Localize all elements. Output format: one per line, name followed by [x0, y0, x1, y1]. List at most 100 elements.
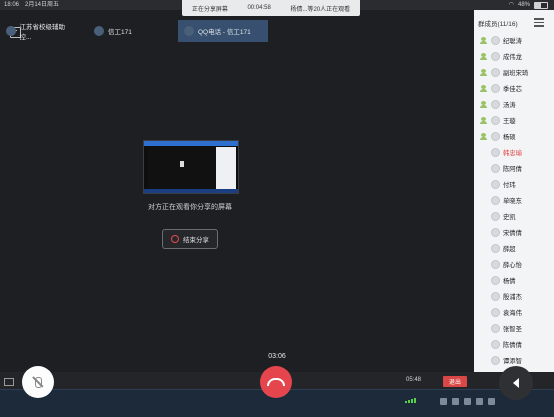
member-name: 付玮 [503, 181, 516, 189]
preview-cursor [180, 161, 184, 167]
call-elapsed-time: 03:06 [268, 353, 286, 360]
member-row[interactable]: 陈倩倩 [474, 336, 554, 352]
system-tray [440, 398, 495, 405]
tray-icon[interactable] [476, 398, 483, 405]
member-row[interactable]: 袁海伟 [474, 304, 554, 320]
share-caption: 对方正在观看你分享的屏幕 [148, 204, 232, 211]
member-row[interactable]: 成伟龙 [474, 48, 554, 64]
desktop-icon[interactable] [4, 378, 14, 386]
avatar [491, 115, 500, 125]
member-name: 陈倩倩 [503, 341, 522, 349]
member-name: 薛心怡 [503, 261, 522, 269]
member-row[interactable]: 韩忠瑜 [474, 144, 554, 160]
avatar [491, 147, 500, 157]
power-icon [171, 235, 179, 243]
member-name: 副班宋琦 [503, 69, 529, 77]
menu-icon[interactable] [534, 18, 544, 27]
members-panel: 群成员(11/16) 纪聪涛 成伟龙副班宋琦季佳芯汤涛王璇 杨硕韩忠瑜陈阿倩付玮单晓… [474, 10, 554, 372]
member-name: 韩忠瑜 [503, 149, 522, 157]
admin-icon [480, 132, 487, 140]
member-name: 殷浦杰 [503, 293, 522, 301]
battery-icon [534, 1, 548, 9]
admin-icon [480, 100, 487, 108]
avatar [491, 259, 500, 269]
avatar [491, 355, 500, 365]
member-row[interactable]: 王璇 [474, 112, 554, 128]
member-name: 宋倩倩 [503, 229, 522, 237]
member-row[interactable]: 单晓东 [474, 192, 554, 208]
taskbar-item-group[interactable]: 信工171 [88, 20, 170, 42]
taskbar-time: 05:48 [406, 377, 422, 383]
member-row[interactable]: 杨倩 [474, 272, 554, 288]
avatar [491, 195, 500, 205]
member-row[interactable]: 副班宋琦 [474, 64, 554, 80]
preview-taskbar [144, 189, 238, 193]
hang-up-button[interactable] [260, 366, 292, 398]
tray-icon[interactable] [452, 398, 459, 405]
member-name: 谭添智 [503, 357, 522, 365]
member-list: 纪聪涛 成伟龙副班宋琦季佳芯汤涛王璇 杨硕韩忠瑜陈阿倩付玮单晓东史凯宋倩倩薛超薛心怡… [474, 32, 554, 368]
member-row[interactable]: 纪聪涛 [474, 32, 554, 48]
qq-icon [184, 26, 194, 36]
avatar [491, 83, 500, 93]
taskbar-item-qq-call[interactable]: QQ电话 - 信工171 [178, 20, 268, 42]
admin-icon [480, 52, 487, 60]
speaker-icon [513, 378, 519, 388]
status-date: 2月14日周五 [25, 2, 60, 8]
member-name: 单晓东 [503, 197, 522, 205]
admin-icon [480, 84, 487, 92]
banner-duration: 00:04:58 [247, 5, 271, 11]
member-row[interactable]: 汤涛 [474, 96, 554, 112]
admin-icon [480, 116, 487, 124]
battery-percent: 48% [517, 2, 530, 8]
avatar [491, 227, 500, 237]
member-row[interactable]: 杨硕 [474, 128, 554, 144]
avatar [491, 179, 500, 189]
member-row[interactable]: 张智圣 [474, 320, 554, 336]
member-name: 季佳芯 [503, 85, 522, 93]
member-row[interactable]: 季佳芯 [474, 80, 554, 96]
exit-button[interactable]: 退出 [443, 376, 467, 387]
preview-sidepanel [216, 147, 236, 191]
avatar [491, 163, 500, 173]
end-share-label: 结束分享 [183, 237, 209, 244]
app-icon [6, 26, 16, 36]
speaker-button[interactable] [499, 366, 533, 400]
taskbar-item-label: QQ电话 - 信工171 [198, 29, 251, 36]
mute-mic-button[interactable] [22, 366, 54, 398]
member-row[interactable]: 薛心怡 [474, 256, 554, 272]
tray-icon[interactable] [464, 398, 471, 405]
member-name: 张智圣 [503, 325, 522, 333]
member-name: 袁海伟 [503, 309, 522, 317]
screen-share-preview [143, 140, 239, 194]
avatar [491, 323, 500, 333]
avatar [491, 51, 500, 61]
battery-fill [535, 2, 541, 8]
member-row[interactable]: 薛超 [474, 240, 554, 256]
wifi-icon: ◠ [508, 2, 514, 8]
admin-icon [480, 36, 487, 44]
member-name: 杨倩 [503, 277, 516, 285]
member-row[interactable]: 付玮 [474, 176, 554, 192]
avatar [491, 243, 500, 253]
member-name: 薛超 [503, 245, 516, 253]
member-name: 陈阿倩 [503, 165, 522, 173]
member-row[interactable]: 宋倩倩 [474, 224, 554, 240]
avatar [491, 67, 500, 77]
app-icon [94, 26, 104, 36]
tray-icon[interactable] [440, 398, 447, 405]
avatar [491, 131, 500, 141]
phone-hangup-icon [267, 378, 285, 386]
member-name: 汤涛 [503, 101, 516, 109]
status-right: ◠ 48% [509, 0, 548, 10]
panel-title: 群成员(11/16) [478, 21, 518, 28]
status-time: 18:06 [4, 2, 20, 8]
tray-icon[interactable] [488, 398, 495, 405]
member-row[interactable]: 殷浦杰 [474, 288, 554, 304]
end-share-button[interactable]: 结束分享 [162, 229, 218, 249]
avatar [491, 275, 500, 285]
call-area: 通话成员 (21) 对方正在观看你分享的屏幕 结束分享 [0, 10, 474, 372]
member-row[interactable]: 陈阿倩 [474, 160, 554, 176]
taskbar-item-control[interactable]: 江苏省校级辅助控... [0, 20, 80, 42]
member-row[interactable]: 史凯 [474, 208, 554, 224]
